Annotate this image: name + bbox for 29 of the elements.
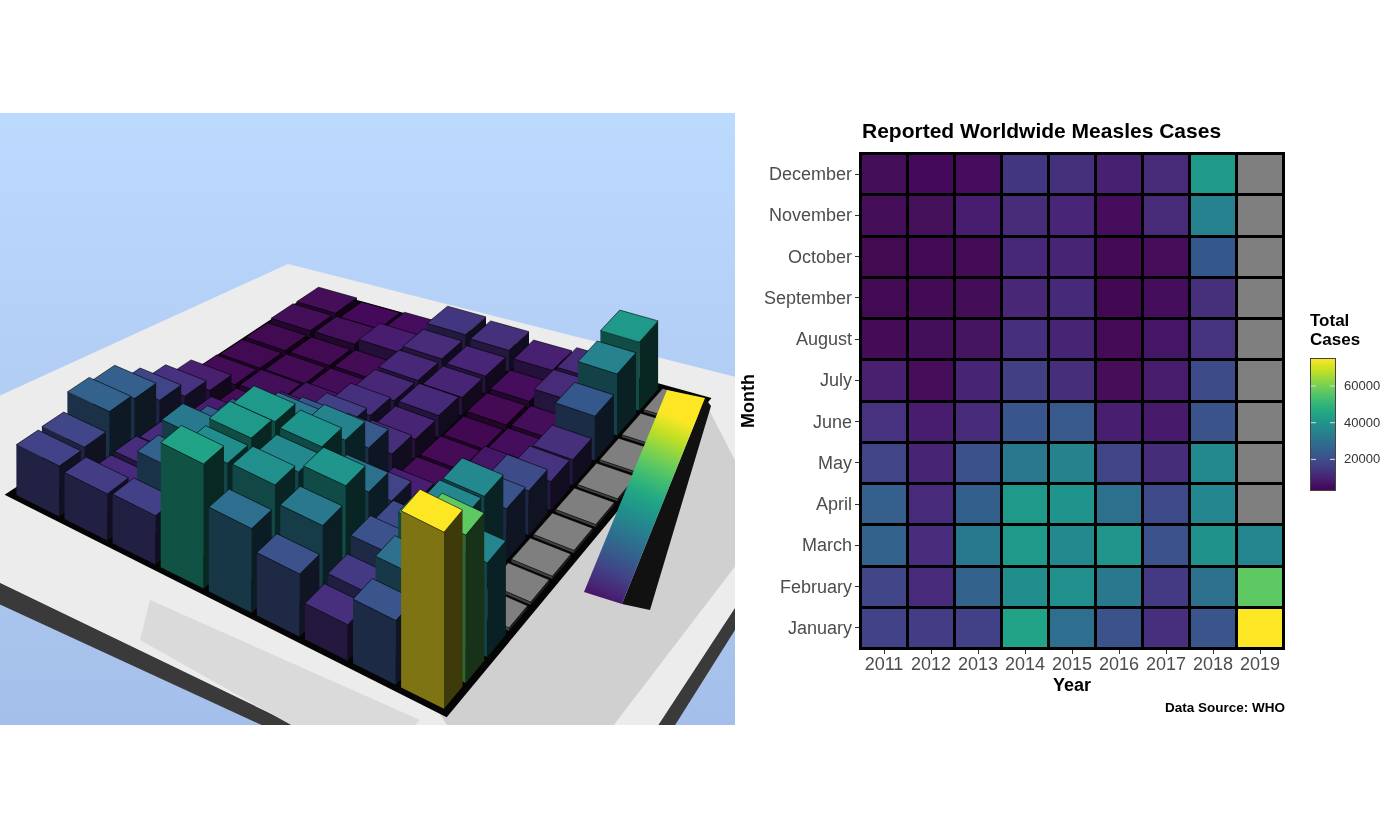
axis-title: Month bbox=[738, 374, 758, 428]
data-source-caption: Data Source: WHO bbox=[1164, 700, 1285, 716]
month-label: January bbox=[787, 617, 853, 638]
month-label: October bbox=[787, 246, 853, 267]
year-label: 2012 bbox=[910, 654, 951, 674]
legend-title: Total Cases bbox=[1310, 311, 1362, 349]
year-label: 2011 bbox=[864, 654, 904, 674]
year-label: 2013 bbox=[957, 654, 998, 674]
year-label: 2019 bbox=[1239, 654, 1280, 674]
month-label: June bbox=[812, 411, 853, 432]
year-label: 2018 bbox=[1192, 654, 1233, 674]
month-label: February bbox=[779, 576, 853, 597]
month-label: November bbox=[768, 205, 853, 226]
year-label: 2016 bbox=[1098, 654, 1139, 674]
month-label: August bbox=[795, 329, 853, 350]
year-label: 2014 bbox=[1004, 654, 1045, 674]
legend-tick-label: 60000 bbox=[1344, 378, 1381, 394]
month-label: March bbox=[802, 535, 853, 556]
month-label: September bbox=[763, 287, 853, 308]
month-label: July bbox=[820, 370, 853, 391]
axis-title: Year bbox=[1052, 675, 1091, 695]
legend-tick-label: 40000 bbox=[1344, 414, 1381, 431]
month-label: April bbox=[816, 494, 853, 515]
month-label: May bbox=[818, 452, 853, 473]
month-label: December bbox=[768, 164, 853, 185]
legend-tick-label: 20000 bbox=[1344, 451, 1381, 468]
year-label: 2017 bbox=[1145, 654, 1186, 674]
chart-title: Reported Worldwide Measles Cases bbox=[861, 119, 1223, 143]
year-label: 2015 bbox=[1051, 654, 1092, 674]
